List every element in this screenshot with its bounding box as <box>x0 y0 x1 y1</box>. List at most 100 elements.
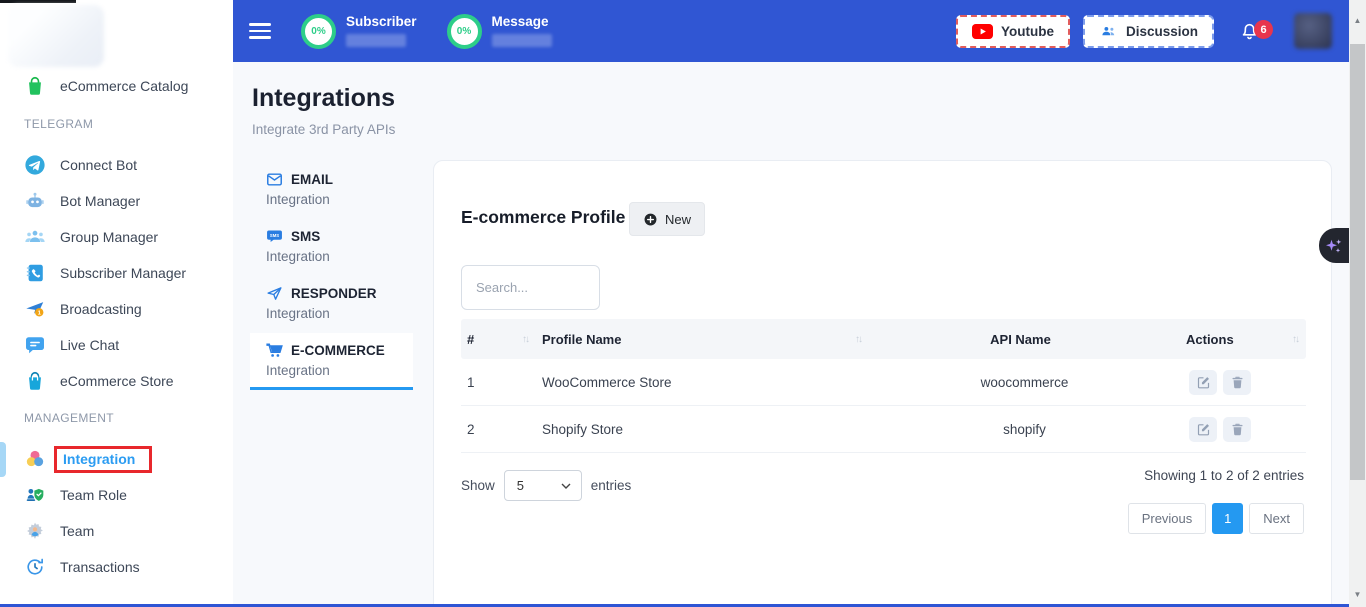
annotation-box: Integration <box>54 446 152 473</box>
paper-plane-icon <box>266 285 283 302</box>
contact-book-icon <box>24 262 46 284</box>
scrollbar-thumb[interactable] <box>1350 44 1365 480</box>
sort-icon[interactable]: ↑↓ <box>1292 334 1298 345</box>
tab-ecommerce-integration[interactable]: E-COMMERCE Integration <box>250 333 413 390</box>
cell-num: 2 <box>461 422 536 437</box>
card-title: E-commerce Profile <box>461 207 625 228</box>
trash-icon <box>1230 422 1245 437</box>
ai-assistant-button[interactable] <box>1319 228 1349 263</box>
show-label: Show <box>461 478 495 493</box>
youtube-button[interactable]: Youtube <box>956 15 1070 48</box>
sidebar-item-label: eCommerce Store <box>60 373 174 389</box>
sidebar: eCommerce Catalog TELEGRAM Connect Bot B… <box>0 0 233 607</box>
sidebar-item-ecommerce-store[interactable]: eCommerce Store <box>0 363 233 399</box>
new-profile-button[interactable]: New <box>629 202 705 236</box>
discussion-people-icon <box>1099 23 1118 40</box>
telegram-icon <box>24 154 46 176</box>
scroll-down-arrow[interactable]: ▼ <box>1349 590 1366 599</box>
window-top-line <box>0 0 76 3</box>
sidebar-item-label: Broadcasting <box>60 301 142 317</box>
delete-button[interactable] <box>1223 417 1251 442</box>
topbar: 0% Subscriber 0% Message Youtube <box>233 0 1349 62</box>
cell-profile-name: Shopify Store <box>536 422 869 437</box>
subscriber-progress-ring: 0% <box>301 14 336 49</box>
page-size-control: Show 5 entries <box>461 470 631 501</box>
col-header-actions[interactable]: Actions ↑↓ <box>1174 332 1306 347</box>
main-content: Integrations Integrate 3rd Party APIs EM… <box>233 62 1349 607</box>
sidebar-item-label: Connect Bot <box>60 157 137 173</box>
sidebar-item-live-chat[interactable]: Live Chat <box>0 327 233 363</box>
previous-page-button[interactable]: Previous <box>1128 503 1207 534</box>
sidebar-item-group-manager[interactable]: Group Manager <box>0 219 233 255</box>
trash-icon <box>1230 375 1245 390</box>
message-progress-ring: 0% <box>447 14 482 49</box>
broadcast-plane-icon: 1 <box>24 298 46 320</box>
entries-select[interactable]: 5 <box>504 470 582 501</box>
sort-icon[interactable]: ↑↓ <box>855 334 861 345</box>
sidebar-item-label: Team Role <box>60 487 127 503</box>
sidebar-item-team-role[interactable]: Team Role <box>0 477 233 513</box>
shopping-bag-green-icon <box>24 75 46 97</box>
hamburger-menu-icon[interactable] <box>249 19 271 43</box>
robot-icon <box>24 190 46 212</box>
sidebar-item-ecommerce-catalog[interactable]: eCommerce Catalog <box>0 68 233 104</box>
edit-pencil-icon <box>1196 422 1211 437</box>
sidebar-item-bot-manager[interactable]: Bot Manager <box>0 183 233 219</box>
user-avatar[interactable] <box>1294 13 1332 49</box>
integration-circles-icon <box>24 448 46 470</box>
page-subtitle: Integrate 3rd Party APIs <box>252 122 395 137</box>
edit-button[interactable] <box>1189 417 1217 442</box>
sms-bubble-icon: SMS <box>266 228 283 245</box>
sidebar-item-integration[interactable]: Integration <box>0 441 233 477</box>
col-header-num[interactable]: # ↑↓ <box>461 332 536 347</box>
chevron-down-icon <box>561 483 571 489</box>
vertical-scrollbar[interactable]: ▲ ▼ <box>1349 0 1366 607</box>
scroll-up-arrow[interactable]: ▲ <box>1349 16 1366 25</box>
history-clock-icon <box>24 556 46 578</box>
cell-actions <box>1174 417 1306 442</box>
edit-button[interactable] <box>1189 370 1217 395</box>
sort-icon[interactable]: ↑↓ <box>522 334 528 345</box>
cart-icon <box>266 342 283 359</box>
message-stat-label: Message <box>492 15 552 29</box>
svg-text:SMS: SMS <box>270 233 279 238</box>
sidebar-item-label: eCommerce Catalog <box>60 78 188 94</box>
redacted-subscriber-count <box>346 34 406 47</box>
sidebar-item-label: Live Chat <box>60 337 119 353</box>
app-window: eCommerce Catalog TELEGRAM Connect Bot B… <box>0 0 1366 607</box>
plus-circle-icon <box>643 212 658 227</box>
tab-sms-integration[interactable]: SMS SMS Integration <box>250 219 413 276</box>
redacted-message-count <box>492 34 552 47</box>
notifications-bell[interactable]: 6 <box>1238 18 1262 44</box>
col-header-api-name[interactable]: API Name <box>869 332 1174 347</box>
sidebar-item-subscriber-manager[interactable]: Subscriber Manager <box>0 255 233 291</box>
table-row: 2 Shopify Store shopify <box>461 406 1306 453</box>
cell-actions <box>1174 370 1306 395</box>
role-shield-icon <box>24 484 46 506</box>
col-header-profile-name[interactable]: Profile Name ↑↓ <box>536 332 869 347</box>
current-page-button[interactable]: 1 <box>1212 503 1243 534</box>
search-input[interactable] <box>461 265 600 310</box>
integration-type-menu: EMAIL Integration SMS SMS Integration <box>250 162 413 390</box>
sidebar-item-transactions[interactable]: Transactions <box>0 549 233 585</box>
discussion-button[interactable]: Discussion <box>1083 15 1214 48</box>
sidebar-item-connect-bot[interactable]: Connect Bot <box>0 147 233 183</box>
tab-responder-integration[interactable]: RESPONDER Integration <box>250 276 413 333</box>
sidebar-item-label: Transactions <box>60 559 140 575</box>
sidebar-section-telegram: TELEGRAM <box>0 114 233 134</box>
topbar-right-group: Youtube Discussion 6 <box>956 13 1349 49</box>
tab-email-integration[interactable]: EMAIL Integration <box>250 162 413 219</box>
sidebar-item-broadcasting[interactable]: 1 Broadcasting <box>0 291 233 327</box>
table-header-row: # ↑↓ Profile Name ↑↓ API Name Actions ↑↓ <box>461 319 1306 359</box>
message-usage-widget: 0% Message <box>447 14 552 49</box>
next-page-button[interactable]: Next <box>1249 503 1304 534</box>
sidebar-item-team[interactable]: Team <box>0 513 233 549</box>
notification-count-badge: 6 <box>1254 20 1273 39</box>
delete-button[interactable] <box>1223 370 1251 395</box>
sidebar-telegram-items: Connect Bot Bot Manager Group Manager Su… <box>0 147 233 399</box>
cell-num: 1 <box>461 375 536 390</box>
team-gear-icon <box>24 520 46 542</box>
table-row: 1 WooCommerce Store woocommerce <box>461 359 1306 406</box>
brand-logo[interactable] <box>8 5 104 67</box>
sidebar-item-label: Group Manager <box>60 229 158 245</box>
